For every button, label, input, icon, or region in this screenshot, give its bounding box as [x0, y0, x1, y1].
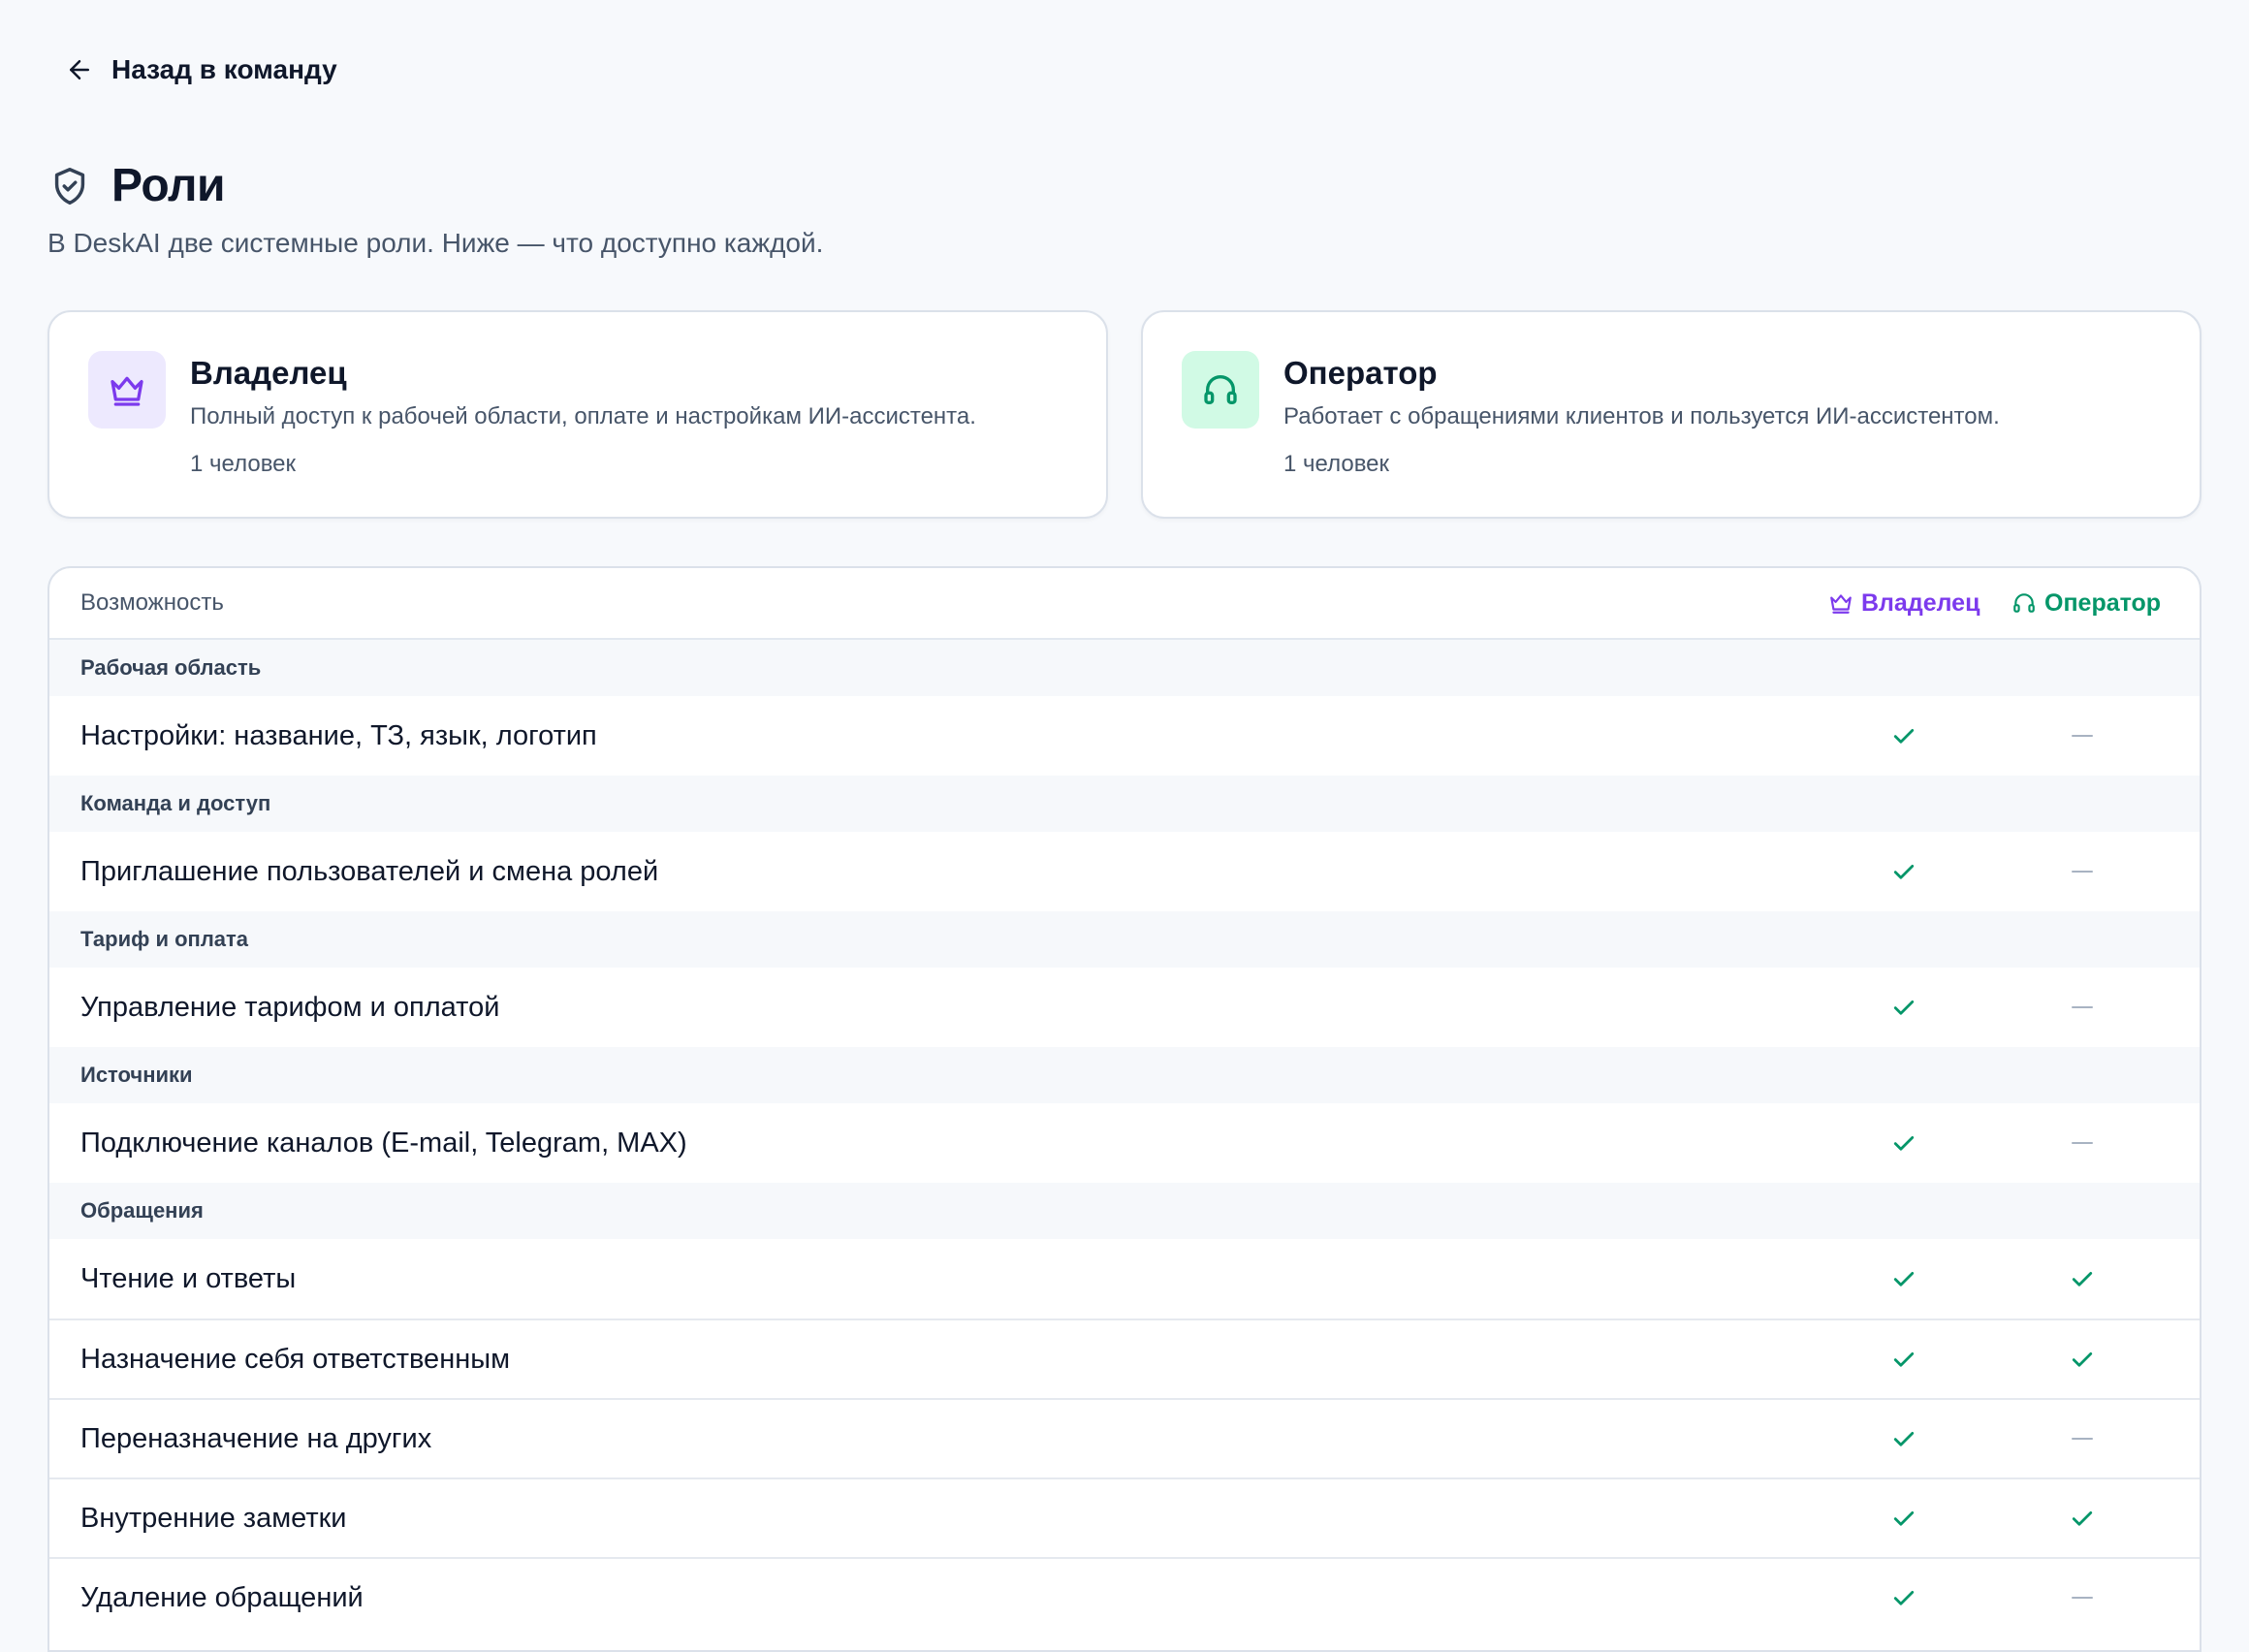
role-name: Оператор — [1283, 355, 1438, 391]
capability-label: Внутренние заметки — [80, 1502, 347, 1534]
capability-label: Настройки: название, ТЗ, язык, логотип — [80, 719, 597, 751]
table-row: Настройки: название, ТЗ, язык, логотип — [49, 696, 2200, 776]
operator-header-label: Оператор — [2044, 588, 2162, 617]
table-row: Подключение каналов (E-mail, Telegram, M… — [49, 1103, 2200, 1183]
role-icon-box — [88, 351, 166, 429]
page-title: Роли — [111, 160, 225, 211]
table-row: Назначение себя ответственным — [49, 1318, 2200, 1398]
table-row: Внутренние заметки — [49, 1477, 2200, 1557]
table-row: Переназначение на других — [49, 1398, 2200, 1477]
role-name: Владелец — [190, 355, 347, 391]
dash-icon — [2072, 735, 2093, 737]
table-row: Чтение и ответы — [49, 1239, 2200, 1318]
role-card-operator: Оператор Работает с обращениями клиентов… — [1141, 310, 2201, 519]
check-icon — [1889, 1504, 1918, 1533]
headset-icon — [2013, 593, 2035, 613]
capability-label: Чтение и ответы — [80, 1262, 297, 1294]
table-row: Управление тарифом и оплатой — [49, 968, 2200, 1047]
check-icon — [1889, 1345, 1918, 1374]
role-card-owner: Владелец Полный доступ к рабочей области… — [48, 310, 1108, 519]
capability-label: Переназначение на других — [80, 1422, 432, 1454]
dash-icon — [2072, 1597, 2093, 1599]
check-icon — [2068, 1345, 2097, 1374]
table-row: Приглашение пользователей и смена ролей — [49, 832, 2200, 911]
check-icon — [2068, 1264, 2097, 1293]
role-icon-box — [1182, 351, 1259, 429]
shield-check-icon — [54, 167, 85, 205]
capability-label: Назначение себя ответственным — [80, 1343, 511, 1375]
check-icon — [1889, 1264, 1918, 1293]
dash-icon — [2072, 1438, 2093, 1440]
check-icon — [2068, 1504, 2097, 1533]
table-header: Возможность Владелец Оператор — [49, 568, 2200, 640]
check-icon — [1889, 993, 1918, 1022]
capability-label: Приглашение пользователей и смена ролей — [80, 855, 659, 887]
table-row: Удаление обращений — [49, 1557, 2200, 1636]
capability-label: Управление тарифом и оплатой — [80, 991, 500, 1023]
section-header: Источники — [49, 1047, 2200, 1103]
section-header: Команда и доступ — [49, 776, 2200, 832]
dash-icon — [2072, 1142, 2093, 1144]
role-member-count: 1 человек — [1283, 451, 1390, 477]
back-to-team-link[interactable]: Назад в команду — [65, 54, 337, 85]
section-header: Обращения — [49, 1183, 2200, 1239]
back-label: Назад в команду — [111, 54, 337, 84]
arrow-left-icon — [70, 60, 89, 79]
owner-column-header: Владелец — [1828, 589, 1980, 618]
permissions-table: Возможность Владелец Оператор Рабочая об… — [48, 566, 2201, 1652]
owner-header-label: Владелец — [1861, 588, 1980, 617]
operator-column-header: Оператор — [2011, 589, 2161, 618]
dash-icon — [2072, 871, 2093, 873]
role-description: Полный доступ к рабочей области, оплате … — [190, 403, 976, 429]
capability-label: Подключение каналов (E-mail, Telegram, M… — [80, 1127, 687, 1159]
check-icon — [1889, 721, 1918, 750]
table-body: Рабочая область Настройки: название, ТЗ, … — [49, 640, 2200, 1636]
page-subtitle: В DeskAI две системные роли. Ниже — что … — [48, 228, 824, 258]
capability-label: Удаление обращений — [80, 1581, 364, 1613]
check-icon — [1889, 1583, 1918, 1612]
role-cards: Владелец Полный доступ к рабочей области… — [48, 310, 2201, 519]
capability-column-header: Возможность — [80, 589, 224, 616]
check-icon — [1889, 1128, 1918, 1158]
crown-icon — [1830, 594, 1852, 614]
dash-icon — [2072, 1006, 2093, 1008]
role-member-count: 1 человек — [190, 451, 297, 477]
page-header: Роли — [48, 159, 225, 212]
role-description: Работает с обращениями клиентов и пользу… — [1283, 403, 2000, 429]
check-icon — [1889, 857, 1918, 886]
crown-icon — [111, 376, 143, 406]
headset-icon — [1204, 375, 1237, 404]
section-header: Тариф и оплата — [49, 911, 2200, 968]
section-header: Рабочая область — [49, 640, 2200, 696]
check-icon — [1889, 1424, 1918, 1453]
